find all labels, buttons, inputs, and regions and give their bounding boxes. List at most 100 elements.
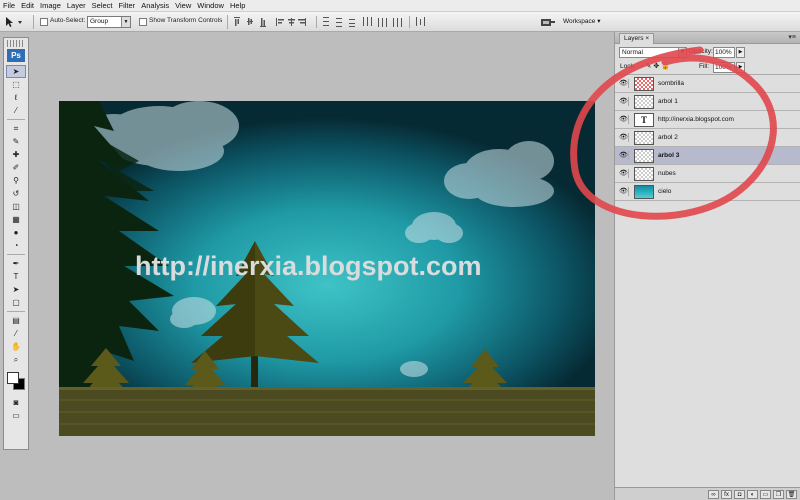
foreground-color-swatch[interactable] xyxy=(7,372,19,384)
magic-wand-tool-icon[interactable]: ⁄ xyxy=(6,104,26,117)
eyedropper-tool-icon[interactable]: ✎ xyxy=(6,135,26,148)
layer-name: sombrilla xyxy=(658,80,685,87)
eraser-tool-icon[interactable]: ◫ xyxy=(6,200,26,213)
layer-row[interactable]: 👁 nubes xyxy=(615,165,800,183)
fill-slider-arrow-icon[interactable]: ▶ xyxy=(736,62,745,73)
panel-grip[interactable] xyxy=(7,40,25,47)
layers-tabbar: Layers × ▾≡ xyxy=(615,32,800,44)
shape-tool-icon[interactable]: ▢ xyxy=(6,296,26,309)
menu-layer[interactable]: Layer xyxy=(67,1,86,10)
lock-options-icons[interactable]: ▫✎✥🔒 xyxy=(641,62,672,70)
eye-icon[interactable]: 👁 xyxy=(619,151,629,160)
layer-row[interactable]: 👁 cielo xyxy=(615,183,800,201)
show-transform-checkbox[interactable] xyxy=(139,18,147,26)
chevron-down-icon: ▼ xyxy=(121,17,130,27)
layer-list: 👁 sombrilla 👁 arbol 1 👁 Thttp://inerxia.blogs… xyxy=(615,75,800,201)
adjustment-layer-icon[interactable]: ◐ xyxy=(747,489,758,499)
close-icon[interactable]: × xyxy=(645,35,649,42)
dodge-tool-icon[interactable]: ◔ xyxy=(6,239,26,252)
menu-filter[interactable]: Filter xyxy=(119,1,136,10)
tools-panel: Ps ➤ ⬚ ℓ ⁄ ⌗ ✎ ✚ ✐ ⚲ ↺ ◫ ▦ ● ◔ ✒ T ➤ ▢ ▤ ⁄ ✋ ⌕ ◙ ▭ xyxy=(3,37,29,450)
menu-analysis[interactable]: Analysis xyxy=(141,1,169,10)
menu-view[interactable]: View xyxy=(175,1,191,10)
layer-thumbnail xyxy=(634,95,654,109)
auto-select-checkbox[interactable] xyxy=(40,18,48,26)
color-swatches xyxy=(4,368,28,394)
blur-tool-icon[interactable]: ● xyxy=(6,226,26,239)
layer-row[interactable]: 👁 sombrilla xyxy=(615,75,800,93)
add-mask-icon[interactable]: ◘ xyxy=(734,489,745,499)
delete-layer-icon[interactable]: 🗑 xyxy=(786,489,797,499)
link-layers-icon[interactable]: ∞ xyxy=(708,489,719,499)
ps-logo[interactable]: Ps xyxy=(7,49,25,62)
blend-row: Normal ▼ Opacity: 100% ▶ xyxy=(615,44,800,59)
menu-file[interactable]: File xyxy=(3,1,15,10)
blend-mode-dropdown[interactable]: Normal ▼ xyxy=(619,47,687,58)
zoom-tool-icon[interactable]: ⌕ xyxy=(6,353,26,366)
fill-input[interactable]: 100% xyxy=(713,62,735,73)
healing-brush-tool-icon[interactable]: ✚ xyxy=(6,148,26,161)
eye-icon[interactable]: 👁 xyxy=(619,133,629,142)
pen-tool-icon[interactable]: ✒ xyxy=(6,257,26,270)
document-canvas[interactable]: http://inerxia.blogspot.com xyxy=(59,101,595,436)
marquee-tool-icon[interactable]: ⬚ xyxy=(6,78,26,91)
eye-icon[interactable]: 👁 xyxy=(619,115,629,124)
opacity-label: Opacity: xyxy=(689,48,713,55)
path-selection-tool-icon[interactable]: ➤ xyxy=(6,283,26,296)
menu-image[interactable]: Image xyxy=(40,1,61,10)
workspace-menu[interactable]: Workspace ▾ xyxy=(563,17,600,25)
layer-name: arbol 1 xyxy=(658,98,678,105)
screen-mode-icon[interactable]: ▭ xyxy=(6,409,26,422)
menu-select[interactable]: Select xyxy=(92,1,113,10)
layer-thumbnail xyxy=(634,167,654,181)
opacity-slider-arrow-icon[interactable]: ▶ xyxy=(736,47,745,58)
opacity-input[interactable]: 100% xyxy=(713,47,735,58)
lasso-tool-icon[interactable]: ℓ xyxy=(6,91,26,104)
layer-thumbnail xyxy=(634,149,654,163)
align-distribute-icons[interactable] xyxy=(232,16,532,28)
auto-select-value: Group xyxy=(90,18,109,25)
layer-row[interactable]: 👁 Thttp://inerxia.blogspot.com xyxy=(615,111,800,129)
menu-edit[interactable]: Edit xyxy=(21,1,34,10)
move-tool-icon[interactable]: ➤ xyxy=(6,65,26,78)
options-bar: Auto-Select: Group ▼ Show Transform Cont… xyxy=(0,12,800,32)
layer-row[interactable]: 👁 arbol 1 xyxy=(615,93,800,111)
cloud-shapes xyxy=(79,101,554,377)
eye-icon[interactable]: 👁 xyxy=(619,79,629,88)
auto-select-dropdown[interactable]: Group ▼ xyxy=(87,16,131,28)
layers-panel: Layers × ▾≡ Normal ▼ Opacity: 100% ▶ Loc… xyxy=(614,32,800,500)
tab-layers[interactable]: Layers × xyxy=(619,33,655,44)
menu-window[interactable]: Window xyxy=(197,1,224,10)
brush-tool-icon[interactable]: ✐ xyxy=(6,161,26,174)
quick-mask-icon[interactable]: ◙ xyxy=(6,396,26,409)
notes-tool-icon[interactable]: ▤ xyxy=(6,314,26,327)
clone-stamp-tool-icon[interactable]: ⚲ xyxy=(6,174,26,187)
gradient-tool-icon[interactable]: ▦ xyxy=(6,213,26,226)
eye-icon[interactable]: 👁 xyxy=(619,97,629,106)
eye-icon[interactable]: 👁 xyxy=(619,187,629,196)
auto-select-label: Auto-Select: xyxy=(50,17,86,24)
eye-icon[interactable]: 👁 xyxy=(619,169,629,178)
tool-preset-picker[interactable] xyxy=(4,15,30,29)
hand-tool-icon[interactable]: ✋ xyxy=(6,340,26,353)
type-tool-icon[interactable]: T xyxy=(6,270,26,283)
layer-row[interactable]: 👁 arbol 2 xyxy=(615,129,800,147)
fill-label: Fill: xyxy=(699,63,710,70)
menu-help[interactable]: Help xyxy=(230,1,245,10)
crop-tool-icon[interactable]: ⌗ xyxy=(6,122,26,135)
history-brush-tool-icon[interactable]: ↺ xyxy=(6,187,26,200)
layer-thumbnail xyxy=(634,185,654,199)
new-layer-icon[interactable]: ❐ xyxy=(773,489,784,499)
layer-thumbnail xyxy=(634,77,654,91)
layer-style-icon[interactable]: fx xyxy=(721,489,732,499)
show-transform-label: Show Transform Controls xyxy=(149,17,223,24)
tool-separator xyxy=(7,254,25,255)
layer-name: arbol 2 xyxy=(658,134,678,141)
workspace-switcher-icon[interactable] xyxy=(540,16,556,28)
new-group-icon[interactable]: ▭ xyxy=(760,489,771,499)
layer-row[interactable]: 👁 arbol 3 xyxy=(615,147,800,165)
layer-name: cielo xyxy=(658,188,672,195)
eyedropper2-tool-icon[interactable]: ⁄ xyxy=(6,327,26,340)
panel-menu-icon[interactable]: ▾≡ xyxy=(788,33,796,41)
layer-name: nubes xyxy=(658,170,676,177)
